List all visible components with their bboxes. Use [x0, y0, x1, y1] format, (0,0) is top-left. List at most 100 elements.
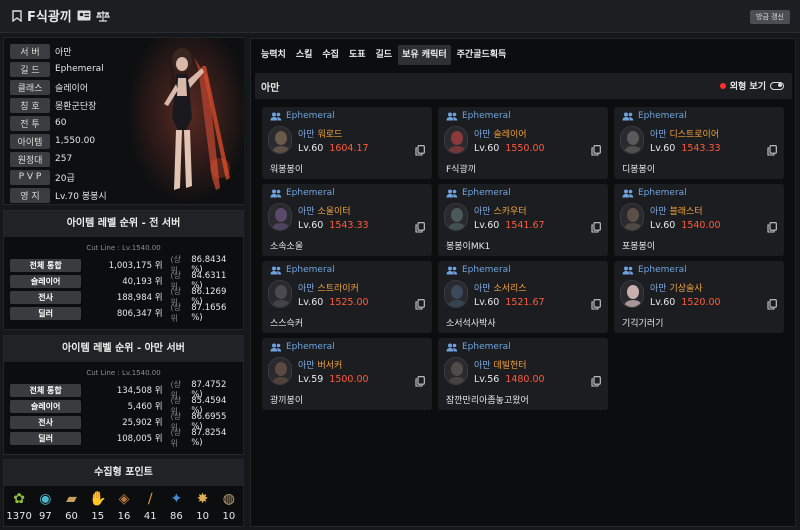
copy-icon[interactable] [415, 299, 425, 310]
rank-row: 딜러 806,347 위 (상위 87.1656 %) [10, 303, 240, 323]
main-panel: 능력치 스킬 수집 도표 길드 보유 캐릭터 주간골드획득 아만 외형 보기 Ephemer… [250, 38, 796, 527]
guild-row: Ephemeral [270, 342, 335, 352]
class-row: 아만 슬레이어 [474, 127, 527, 140]
class-name: 소서리스 [493, 284, 527, 294]
rank-label: 전체 통합 [10, 383, 82, 397]
copy-icon[interactable] [767, 222, 777, 233]
tab-4[interactable]: 길드 [372, 45, 397, 65]
tab-0[interactable]: 능력치 [257, 45, 290, 65]
profile-value: 아만 [55, 47, 72, 58]
character-level: Lv.60 [474, 297, 500, 308]
tab-3[interactable]: 도표 [345, 45, 370, 65]
character-card[interactable]: Ephemeral 아만 소서리스 Lv.60 1521.67 소서석사박사 [438, 261, 608, 333]
character-card[interactable]: Ephemeral 아만 데빌헌터 Lv.56 1480.00 잠깐만리아좀놓고왔어 [438, 338, 608, 410]
profile-card-icon[interactable] [77, 10, 91, 21]
copy-icon[interactable] [415, 145, 425, 156]
character-card[interactable]: Ephemeral 아만 스트라이커 Lv.60 1525.00 스스슥커 [262, 261, 432, 333]
collectible-item[interactable]: ∕ 41 [138, 490, 162, 526]
character-avatar [268, 357, 292, 385]
class-name: 슬레이어 [493, 130, 527, 140]
copy-icon[interactable] [591, 145, 601, 156]
guild-members-icon [622, 189, 634, 198]
collectible-item[interactable]: ✿ 1370 [6, 490, 32, 526]
rank-label: 슬레이어 [10, 399, 82, 413]
giant-heart-icon: ✋ [89, 491, 107, 507]
guild-row: Ephemeral [446, 342, 511, 352]
guild-row: Ephemeral [446, 111, 511, 121]
collectible-value: 16 [117, 511, 131, 522]
scale-icon[interactable] [95, 10, 110, 22]
character-card[interactable]: Ephemeral 아만 블래스터 Lv.60 1540.00 포봉봉이 [614, 184, 784, 256]
tab-6[interactable]: 주간골드획득 [453, 45, 511, 65]
copy-icon[interactable] [767, 145, 777, 156]
appearance-toggle[interactable]: 외형 보기 [719, 79, 784, 92]
character-card[interactable]: Ephemeral 아만 디스트로이어 Lv.60 1543.33 디봉봉이 [614, 107, 784, 179]
server-name: 아만 [650, 284, 667, 294]
character-name: 소속소울 [270, 242, 304, 252]
character-card[interactable]: Ephemeral 아만 워로드 Lv.60 1604.17 워봉봉이 [262, 107, 432, 179]
rank-value: 134,508 위 [116, 386, 163, 396]
rank-value: 5,460 위 [127, 402, 163, 412]
copy-icon[interactable] [767, 299, 777, 310]
collectible-item[interactable]: ◉ 97 [33, 490, 57, 526]
rank-label: 딜러 [10, 431, 82, 445]
collectible-item[interactable]: ◍ 10 [217, 490, 241, 526]
collectible-item[interactable]: ✋ 15 [86, 490, 110, 526]
tab-2[interactable]: 수집 [318, 45, 343, 65]
character-name: 광끼봉이 [270, 396, 304, 406]
character-avatar [444, 280, 468, 308]
character-avatar [268, 280, 292, 308]
profile-label: 영 지 [10, 187, 50, 203]
item-level: 1521.67 [505, 297, 545, 308]
collectible-list: ✿ 1370 ◉ 97 ▰ 60 ✋ 15 ◈ 16 ∕ 41 ✦ 86 ✸ 10 ◍ 10 [6, 490, 242, 526]
toggle-switch-icon[interactable] [770, 81, 784, 90]
collectible-value: 86 [170, 511, 183, 522]
profile-label: 클래스 [10, 79, 50, 95]
copy-icon[interactable] [591, 222, 601, 233]
top-bar: F식광끼 방금 갱신 [0, 0, 800, 33]
server-name: 아만 [298, 130, 315, 140]
collectible-item[interactable]: ▰ 60 [60, 490, 84, 526]
character-level: Lv.60 [298, 143, 324, 154]
character-card[interactable]: Ephemeral 아만 소울이터 Lv.60 1543.33 소속소울 [262, 184, 432, 256]
character-card[interactable]: Ephemeral 아만 버서커 Lv.59 1500.00 광끼봉이 [262, 338, 432, 410]
collectible-points-panel: 수집형 포인트 ✿ 1370 ◉ 97 ▰ 60 ✋ 15 ◈ 16 ∕ 41 ✦ 86 ✸ 10 ◍ 10 [3, 459, 244, 527]
orpheus-star-icon: ✸ [196, 491, 209, 507]
class-name: 데빌헌터 [493, 361, 527, 371]
character-avatar [444, 357, 468, 385]
class-name: 디스트로이어 [669, 130, 720, 140]
copy-icon[interactable] [415, 222, 425, 233]
copy-icon[interactable] [591, 376, 601, 387]
level-row: Lv.60 1543.33 [298, 220, 369, 231]
guild-members-icon [446, 266, 458, 275]
rank-percent: 87.8254 %) [191, 428, 227, 448]
rank-all-servers-panel: 아이템 레벨 순위 - 전 서버 Cut Line : Lv.1540.00 전… [3, 210, 244, 330]
item-level: 1540.00 [681, 220, 721, 231]
sea-bounty-icon: ◍ [222, 491, 235, 507]
refresh-button[interactable]: 방금 갱신 [750, 10, 790, 24]
copy-icon[interactable] [415, 376, 425, 387]
bookmark-icon[interactable] [12, 9, 22, 22]
character-card[interactable]: Ephemeral 아만 기상술사 Lv.60 1520.00 기긱기러기 [614, 261, 784, 333]
character-card[interactable]: Ephemeral 아만 스카우터 Lv.60 1541.67 봉봉이MK1 [438, 184, 608, 256]
item-level: 1543.33 [329, 220, 369, 231]
collectible-value: 1370 [6, 511, 32, 522]
item-level: 1604.17 [329, 143, 369, 154]
copy-icon[interactable] [591, 299, 601, 310]
profile-value: 20급 [55, 173, 75, 184]
collectible-item[interactable]: ◈ 16 [112, 490, 136, 526]
item-level: 1480.00 [505, 374, 545, 385]
cutline-text: Cut Line : Lv.1540.00 [86, 244, 161, 252]
guild-name: Ephemeral [638, 111, 687, 121]
character-card[interactable]: Ephemeral 아만 슬레이어 Lv.60 1550.00 F식광끼 [438, 107, 608, 179]
server-name: 아만 [298, 361, 315, 371]
collectible-item[interactable]: ✦ 86 [164, 490, 188, 526]
rank-percent: 87.1656 %) [191, 303, 227, 323]
profile-value: Lv.70 봉봉시 [55, 191, 107, 202]
rank-value: 806,347 위 [116, 309, 163, 319]
tab-1[interactable]: 스킬 [292, 45, 317, 65]
rank-row: 딜러 108,005 위 (상위 87.8254 %) [10, 428, 240, 448]
profile-label: 원정대 [10, 151, 50, 167]
tab-5[interactable]: 보유 캐릭터 [398, 45, 451, 65]
collectible-item[interactable]: ✸ 10 [191, 490, 215, 526]
